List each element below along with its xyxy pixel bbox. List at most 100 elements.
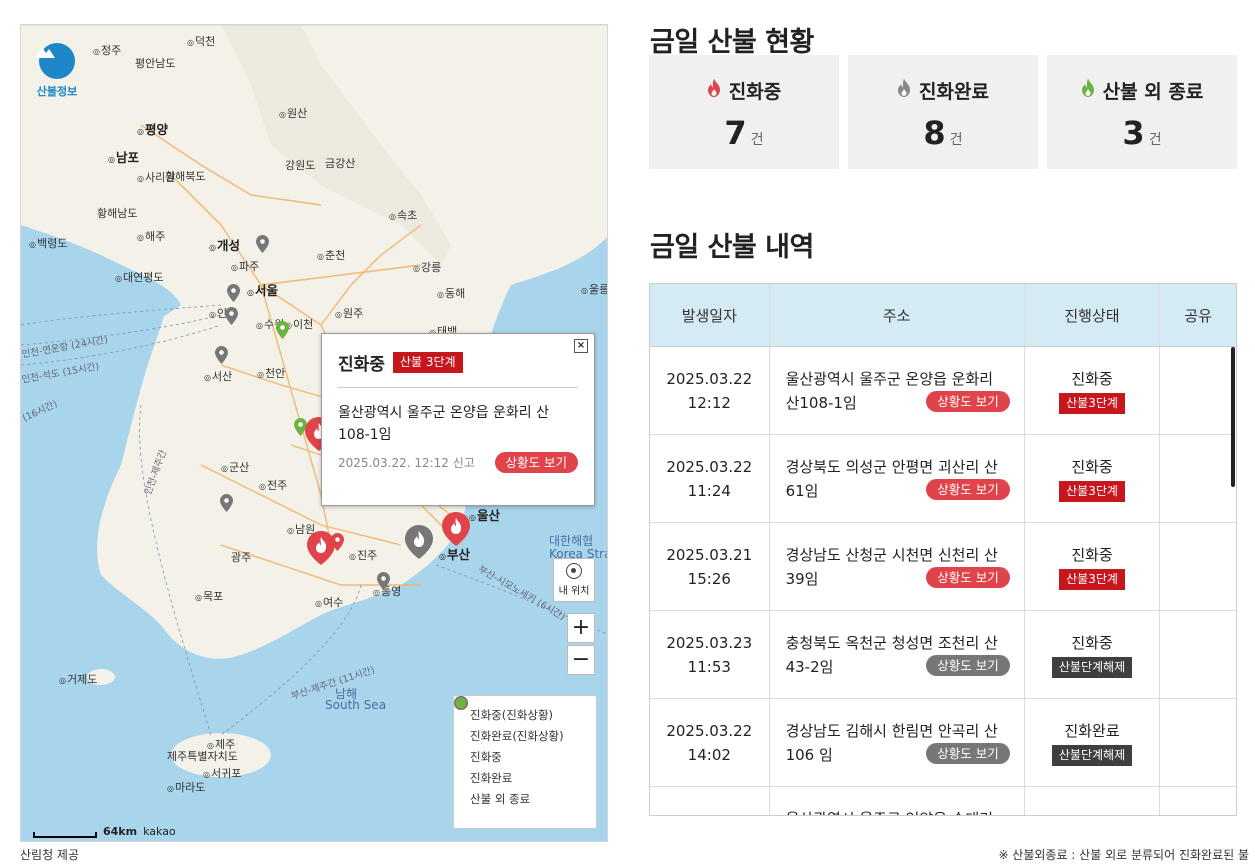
my-location-button[interactable]: 내 위치 xyxy=(553,558,595,602)
view-map-button[interactable]: 상황도 보기 xyxy=(926,655,1010,676)
scale-label: 64km xyxy=(103,825,138,838)
row-date: 2025.03.22 xyxy=(666,721,753,740)
row-address: 울산광역시 울주군 언양읍 송대리 xyxy=(786,810,994,815)
legend-item: 진화완료(진화상황) xyxy=(454,696,586,746)
fire-complete-pin[interactable] xyxy=(220,494,233,512)
map-legend: 진화중(진화상황) 진화완료(진화상황) 진화중 진화완료 산불 외 종료 xyxy=(453,695,597,829)
row-time: 15:26 xyxy=(687,569,731,588)
summary-card: 산불 외 종료 3 건 xyxy=(1047,55,1237,169)
map-place-label: 강원도 xyxy=(285,159,316,172)
map-place-label: 마라도 xyxy=(167,779,205,795)
row-time: 14:02 xyxy=(687,745,731,764)
map-place-label: 황해북도 xyxy=(165,170,206,183)
legend-label: 진화중 xyxy=(470,749,502,764)
close-icon[interactable]: × xyxy=(574,339,588,353)
row-status: 진화중 xyxy=(1071,369,1113,388)
legend-item: 진화중(진화상황) xyxy=(454,696,586,725)
share-cell[interactable] xyxy=(1160,699,1236,786)
popup-level-badge: 산불 3단계 xyxy=(392,352,463,373)
fire-complete-pin[interactable] xyxy=(377,572,390,590)
table-body[interactable]: 2025.03.22 12:12 울산광역시 울주군 온양읍 운화리 산108-1임… xyxy=(650,347,1236,815)
share-cell[interactable] xyxy=(1160,523,1236,610)
scale-bar xyxy=(33,832,97,838)
row-time: 11:24 xyxy=(687,481,731,500)
share-cell[interactable] xyxy=(1160,787,1236,815)
table-row[interactable]: 2025.03.21 15:26 경상남도 산청군 시천면 신천리 산39임 상황도 … xyxy=(650,523,1236,611)
row-level-badge: 산불3단계 xyxy=(1059,392,1125,414)
table-row[interactable]: 2025.03.22 12:12 울산광역시 울주군 온양읍 운화리 산108-1임… xyxy=(650,347,1236,435)
fire-detail-popup: × 진화중 산불 3단계 울산광역시 울주군 온양읍 운화리 산108-1임 2… xyxy=(321,333,595,506)
table-row[interactable]: 2025.03.22 11:24 경상북도 의성군 안평면 괴산리 산61임 상황도 … xyxy=(650,435,1236,523)
summary-card: 진화중 7 건 xyxy=(649,55,839,169)
legend-label: 진화중(진화상황) xyxy=(470,707,554,722)
map-place-label: 파주 xyxy=(231,258,259,274)
map-place-label: 광주 xyxy=(231,551,252,564)
map-place-label: 해주 xyxy=(137,228,165,244)
summary-count: 8 xyxy=(923,114,946,152)
map-place-label: 천안 xyxy=(257,365,285,381)
table-row[interactable]: 2025.03.23 11:53 충청북도 옥천군 청성면 조천리 산43-2임 상황… xyxy=(650,611,1236,699)
view-map-button[interactable]: 상황도 보기 xyxy=(926,743,1010,764)
fire-active-marker-selected[interactable] xyxy=(442,512,470,546)
map-place-label: 제주특별자치도 xyxy=(167,750,238,763)
data-credit: 산림청 제공 xyxy=(20,848,80,862)
flame-icon xyxy=(897,78,911,103)
row-status: 진화중 xyxy=(1071,457,1113,476)
map-place-label: 정주 xyxy=(93,42,121,58)
flame-icon xyxy=(707,78,721,103)
row-status: 진화완료 xyxy=(1064,721,1120,740)
legend-label: 진화완료(진화상황) xyxy=(470,728,564,743)
map-place-label: 거제도 xyxy=(59,671,97,687)
popup-view-map-button[interactable]: 상황도 보기 xyxy=(494,452,578,473)
summary-unit: 건 xyxy=(750,132,764,148)
col-share: 공유 xyxy=(1184,306,1212,325)
table-row[interactable]: 2025.03.22 14:02 경상남도 김해시 한림면 안곡리 산106 임 상황… xyxy=(650,699,1236,787)
map-place-label: 목포 xyxy=(195,588,223,604)
summary-unit: 건 xyxy=(949,132,963,148)
fire-complete-pin[interactable] xyxy=(215,346,228,364)
fire-complete-marker[interactable] xyxy=(405,525,433,559)
my-location-label: 내 위치 xyxy=(558,586,590,597)
map-place-label: South Sea xyxy=(325,698,387,712)
view-map-button[interactable]: 상황도 보기 xyxy=(926,479,1010,500)
map-place-label: 동해 xyxy=(437,285,465,301)
table-scrollbar[interactable] xyxy=(1231,347,1235,487)
map-place-label: 울릉도 xyxy=(581,281,607,297)
share-cell[interactable] xyxy=(1160,435,1236,522)
share-cell[interactable] xyxy=(1160,347,1236,434)
fire-active-marker[interactable] xyxy=(307,531,335,565)
summary-unit: 건 xyxy=(1148,132,1162,148)
sanbul-info-logo[interactable]: 산불정보 xyxy=(34,43,80,99)
map-place-label: 금강산 xyxy=(325,157,356,170)
legend-item: 진화중 xyxy=(455,697,586,767)
zoom-out-button[interactable]: − xyxy=(567,645,595,675)
summary-label: 진화완료 xyxy=(919,81,989,103)
row-status: 진화중 xyxy=(1071,545,1113,564)
fire-complete-pin[interactable] xyxy=(225,307,238,325)
fire-complete-pin[interactable] xyxy=(256,235,269,253)
map-place-label: 진주 xyxy=(349,547,377,563)
fire-complete-pin[interactable] xyxy=(227,284,240,302)
map-place-label: 강릉 xyxy=(413,259,441,275)
row-date: 2025.03.22 xyxy=(666,457,753,476)
summary-label: 진화중 xyxy=(728,81,782,103)
view-map-button[interactable]: 상황도 보기 xyxy=(926,567,1010,588)
legend-item: 산불 외 종료 xyxy=(455,697,586,809)
flame-icon xyxy=(1081,78,1095,103)
other-ended-pin[interactable] xyxy=(276,321,289,339)
map-place-label: 대연평도 xyxy=(115,269,163,285)
map-place-label: 평안남도 xyxy=(135,57,176,70)
summary-card: 진화완료 8 건 xyxy=(848,55,1038,169)
map-place-label: 황해남도 xyxy=(97,207,138,220)
map-place-label: 백령도 xyxy=(29,235,67,251)
map-place-label: 춘천 xyxy=(317,247,345,263)
map-place-label: 원주 xyxy=(335,305,363,321)
zoom-in-button[interactable]: + xyxy=(567,613,595,643)
fire-map[interactable]: 산불정보 정주덕천평안남도원산평양남포강원도금강산사리원황해북도황해남도속초해주… xyxy=(20,24,608,842)
row-level-badge: 산불단계해제 xyxy=(1051,656,1133,678)
share-cell[interactable] xyxy=(1160,611,1236,698)
legend-label: 산불 외 종료 xyxy=(470,791,531,806)
footnote: ※ 산불외종료 : 산불 외로 분류되어 진화완료된 불 xyxy=(998,848,1249,862)
table-row[interactable]: 2025.03.25울산광역시 울주군 언양읍 송대리진화중 xyxy=(650,787,1236,815)
view-map-button[interactable]: 상황도 보기 xyxy=(926,391,1010,412)
